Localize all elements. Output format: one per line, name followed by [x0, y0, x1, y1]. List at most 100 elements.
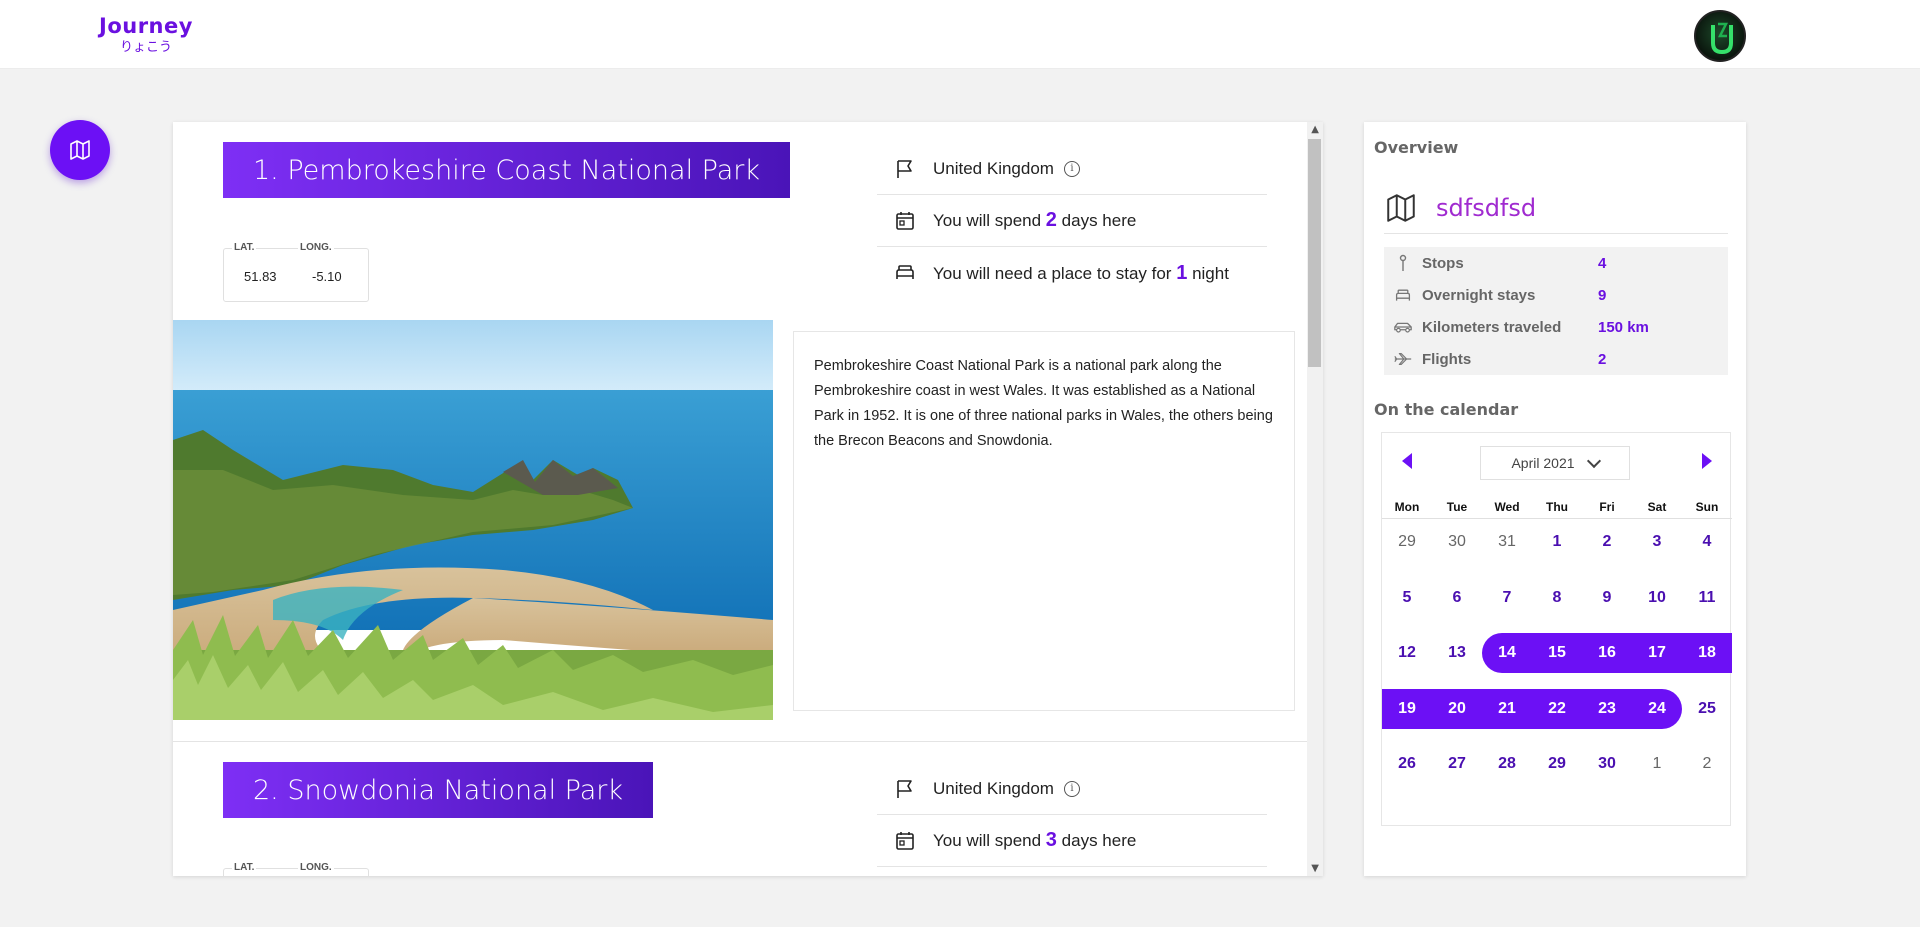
- bed-icon: [896, 265, 914, 279]
- stat-kilometers: Kilometers traveled 150 km: [1384, 311, 1728, 343]
- weekday-label: Sat: [1647, 500, 1667, 514]
- car-icon: [1394, 322, 1412, 333]
- calendar-day[interactable]: 30: [1582, 742, 1632, 786]
- coast-image: [173, 320, 773, 720]
- calendar-day[interactable]: 7: [1482, 576, 1532, 620]
- weekday-label: Sun: [1695, 500, 1719, 514]
- stops-panel[interactable]: 1. Pembrokeshire Coast National Park LAT…: [173, 122, 1323, 876]
- stat-flights: Flights 2: [1384, 343, 1728, 375]
- calendar-day[interactable]: 10: [1632, 576, 1682, 620]
- calendar-day[interactable]: 15: [1532, 631, 1582, 675]
- country-row: United Kingdom i: [877, 763, 1267, 815]
- calendar-day[interactable]: 14: [1482, 631, 1532, 675]
- stat-stops: Stops 4: [1384, 247, 1728, 279]
- latitude-label: LAT.: [232, 242, 257, 253]
- weekday-label: Tue: [1446, 500, 1468, 514]
- calendar-day[interactable]: 21: [1482, 687, 1532, 731]
- stop-photo: [173, 320, 773, 720]
- stop-card: 1. Pembrokeshire Coast National Park LAT…: [173, 122, 1307, 722]
- prev-month-icon[interactable]: [1402, 453, 1412, 469]
- country-name: United Kingdom: [933, 158, 1054, 178]
- calendar-day[interactable]: 23: [1582, 687, 1632, 731]
- weekday-label: Wed: [1494, 500, 1520, 514]
- calendar-day[interactable]: 9: [1582, 576, 1632, 620]
- country-row: United Kingdom i: [877, 143, 1267, 195]
- flag-icon: [897, 159, 912, 178]
- map-icon: [1387, 193, 1415, 222]
- calendar-day[interactable]: 4: [1682, 520, 1732, 564]
- calendar-day[interactable]: 25: [1682, 687, 1732, 731]
- calendar-day[interactable]: 16: [1582, 631, 1632, 675]
- calendar-day[interactable]: 30: [1432, 520, 1482, 564]
- trip-name: sdfsdfsd: [1436, 193, 1537, 222]
- month-label: April 2021: [1511, 455, 1575, 471]
- latitude-value: 51.83: [244, 269, 277, 284]
- calendar-day[interactable]: 24: [1632, 687, 1682, 731]
- nights-row: You will need a place to stay for 1 nigh…: [877, 247, 1267, 299]
- calendar-day[interactable]: 3: [1632, 520, 1682, 564]
- calendar-day[interactable]: 31: [1482, 520, 1532, 564]
- plane-icon: [1394, 352, 1412, 366]
- calendar-day[interactable]: 11: [1682, 576, 1732, 620]
- calendar-day[interactable]: 8: [1532, 576, 1582, 620]
- stat-label: Stops: [1422, 254, 1464, 272]
- calendar-day[interactable]: 26: [1382, 742, 1432, 786]
- month-select[interactable]: April 2021: [1480, 446, 1630, 480]
- calendar-day[interactable]: 1: [1532, 520, 1582, 564]
- top-bar: Journey りょこう: [0, 0, 1920, 69]
- calendar-day[interactable]: 17: [1632, 631, 1682, 675]
- calendar-day[interactable]: 27: [1432, 742, 1482, 786]
- info-icon[interactable]: i: [1063, 160, 1080, 177]
- days-row: You will spend 2 days here: [877, 195, 1267, 247]
- calendar-day[interactable]: 28: [1482, 742, 1532, 786]
- coordinates-box: LAT. 51.83 LONG. -5.10: [223, 242, 369, 302]
- calendar-day[interactable]: 1: [1632, 742, 1682, 786]
- calendar-day[interactable]: 2: [1682, 742, 1732, 786]
- weekday-label: Mon: [1394, 500, 1420, 514]
- calendar-day[interactable]: 6: [1432, 576, 1482, 620]
- stat-value: 150 km: [1598, 318, 1649, 336]
- calendar-day[interactable]: 19: [1382, 687, 1432, 731]
- calendar-day[interactable]: 5: [1382, 576, 1432, 620]
- calendar-day[interactable]: 12: [1382, 631, 1432, 675]
- map-icon: [70, 140, 90, 160]
- map-button[interactable]: [50, 120, 110, 180]
- stat-value: 9: [1598, 286, 1607, 304]
- overview-title: Overview: [1374, 138, 1459, 157]
- app-name: Journey: [99, 14, 193, 38]
- avatar[interactable]: [1694, 10, 1746, 62]
- calendar-day[interactable]: 20: [1432, 687, 1482, 731]
- days-count: 3: [1045, 829, 1057, 851]
- trip-name-row: sdfsdfsd: [1384, 182, 1728, 234]
- coordinates-box: LAT. LONG.: [223, 862, 369, 876]
- info-icon[interactable]: i: [1063, 780, 1080, 797]
- scrollbar-thumb[interactable]: [1308, 139, 1321, 367]
- weekday-label: Fri: [1599, 500, 1615, 514]
- scrollbar[interactable]: ▲ ▼: [1307, 122, 1323, 876]
- scroll-down-icon[interactable]: ▼: [1311, 863, 1319, 874]
- stat-value: 4: [1598, 254, 1607, 272]
- calendar-day[interactable]: 13: [1432, 631, 1482, 675]
- avatar-icon: [1711, 22, 1733, 55]
- calendar: April 2021 Mon Tue Wed Thu Fri Sat Sun 29 30 31 1…: [1381, 432, 1732, 826]
- days-count: 2: [1045, 209, 1057, 231]
- calendar-day[interactable]: 22: [1532, 687, 1582, 731]
- scroll-up-icon[interactable]: ▲: [1311, 124, 1319, 135]
- stat-label: Overnight stays: [1422, 286, 1536, 304]
- stop-card: 2. Snowdonia National Park LAT. LONG. Un…: [173, 742, 1307, 876]
- calendar-day[interactable]: 18: [1682, 631, 1732, 675]
- next-month-icon[interactable]: [1702, 453, 1712, 469]
- calendar-day[interactable]: 29: [1382, 520, 1432, 564]
- calendar-day[interactable]: 29: [1532, 742, 1582, 786]
- stop-title: 1. Pembrokeshire Coast National Park: [223, 142, 791, 198]
- calendar-day[interactable]: 2: [1582, 520, 1632, 564]
- app-logo[interactable]: Journey りょこう: [99, 13, 193, 57]
- stat-label: Flights: [1422, 350, 1472, 368]
- country-name: United Kingdom: [933, 778, 1054, 798]
- nights-suffix: night: [1192, 263, 1229, 283]
- stop-title: 2. Snowdonia National Park: [223, 762, 654, 818]
- pin-icon: [1399, 254, 1407, 271]
- trip-stats: Stops 4 Overnight stays 9 Kilometers tra…: [1384, 247, 1728, 375]
- latitude-label: LAT.: [232, 862, 257, 873]
- nights-count: 1: [1176, 261, 1188, 284]
